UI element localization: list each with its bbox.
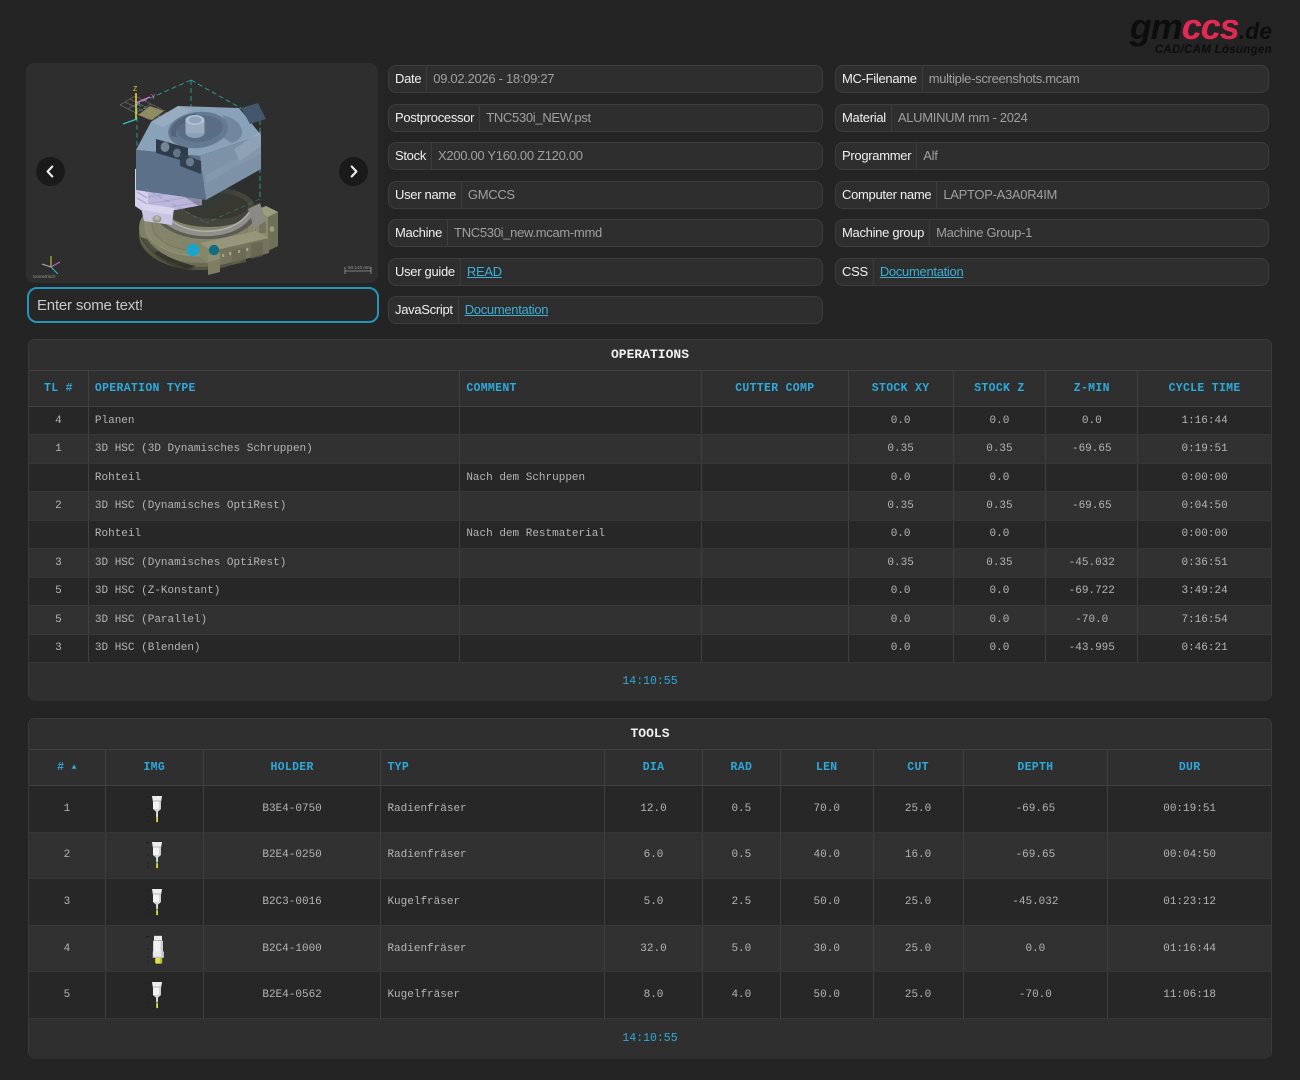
svg-text:50.143 mm: 50.143 mm xyxy=(348,265,371,270)
svg-text:Y: Y xyxy=(151,94,156,101)
svg-text:Z: Z xyxy=(133,86,138,93)
svg-text:Isometrisch: Isometrisch xyxy=(33,274,56,279)
